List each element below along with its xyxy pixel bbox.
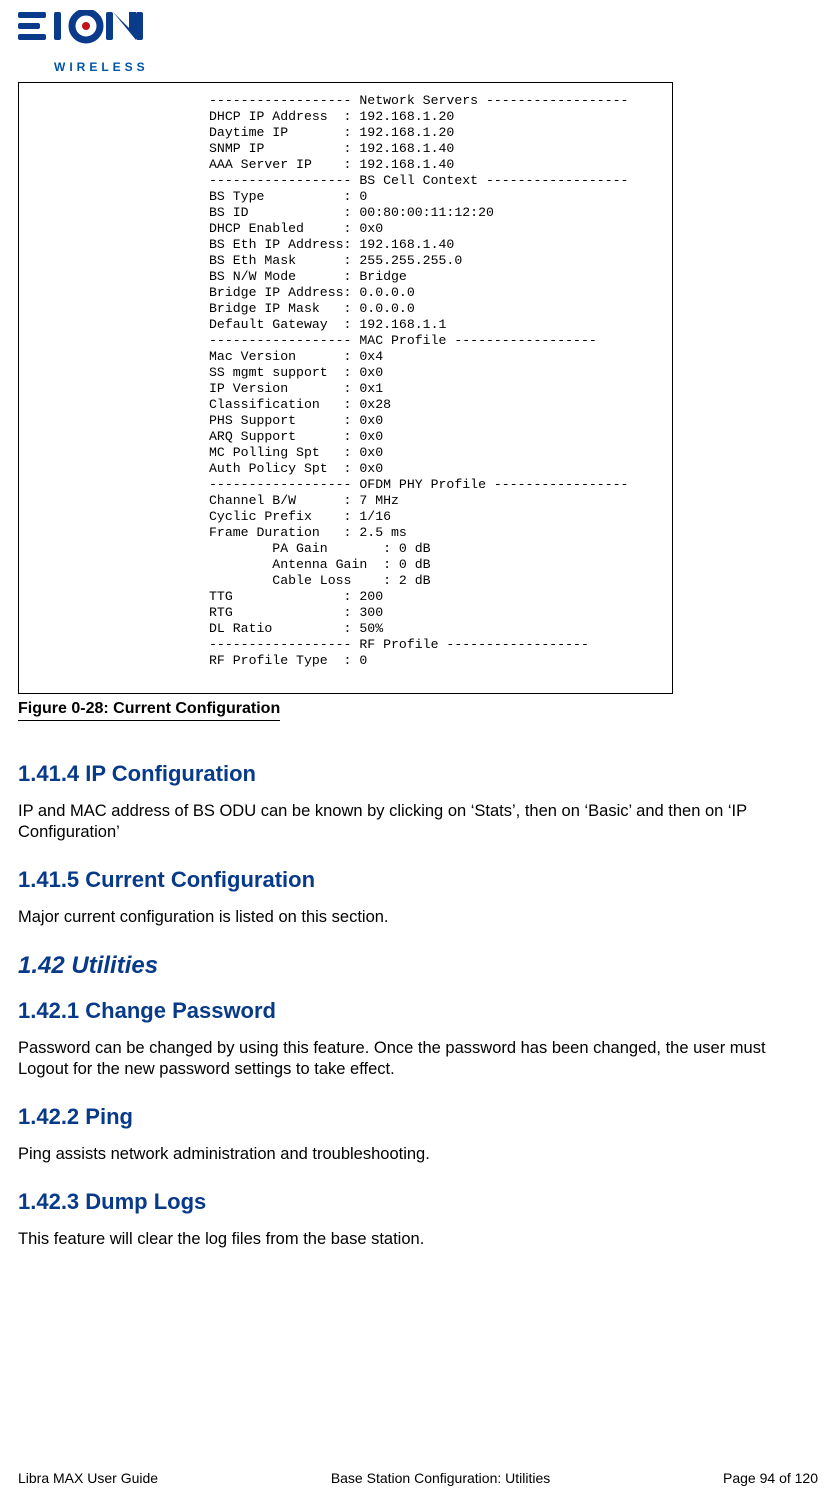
heading-change-password: 1.42.1 Change Password <box>18 998 818 1024</box>
logo-graphic <box>18 10 148 58</box>
heading-ip-configuration: 1.41.4 IP Configuration <box>18 761 818 787</box>
paragraph: This feature will clear the log files fr… <box>18 1229 818 1250</box>
paragraph: Ping assists network administration and … <box>18 1144 818 1165</box>
heading-utilities: 1.42 Utilities <box>18 952 818 980</box>
heading-dump-logs: 1.42.3 Dump Logs <box>18 1189 818 1215</box>
heading-current-configuration: 1.41.5 Current Configuration <box>18 867 818 893</box>
paragraph: Major current configuration is listed on… <box>18 907 818 928</box>
footer-right: Page 94 of 120 <box>723 1470 818 1486</box>
paragraph: Password can be changed by using this fe… <box>18 1038 818 1080</box>
page-footer: Libra MAX User Guide Base Station Config… <box>18 1470 818 1486</box>
terminal-text: ------------------ Network Servers -----… <box>19 83 672 669</box>
brand-subtitle: WIRELESS <box>54 60 818 74</box>
heading-ping: 1.42.2 Ping <box>18 1104 818 1130</box>
paragraph: IP and MAC address of BS ODU can be know… <box>18 801 818 843</box>
footer-left: Libra MAX User Guide <box>18 1470 158 1486</box>
terminal-screenshot: ------------------ Network Servers -----… <box>18 82 673 694</box>
brand-logo <box>18 10 818 58</box>
figure-caption: Figure 0-28: Current Configuration <box>18 700 280 721</box>
footer-center: Base Station Configuration: Utilities <box>331 1470 550 1486</box>
